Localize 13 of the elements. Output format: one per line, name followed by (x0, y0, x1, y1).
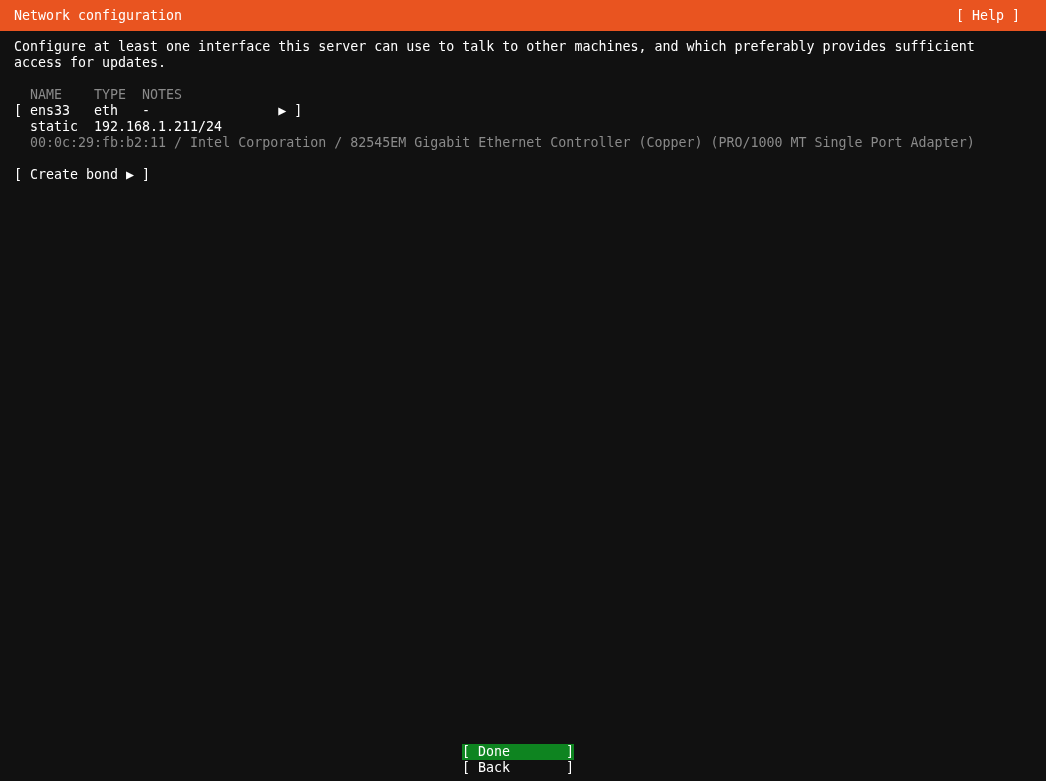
screen-title: Network configuration (14, 7, 183, 24)
column-header: NAME (30, 87, 64, 103)
done-button[interactable]: [ Done ] (461, 744, 575, 760)
back-button[interactable]: [ Back ] (461, 760, 575, 776)
column-header: NOTES (142, 87, 184, 103)
create-bond-button[interactable]: [ Create bond ▶ ] (14, 167, 151, 183)
ip-address: 192.168.1.211/24 (94, 119, 223, 135)
address-method: static (30, 119, 80, 135)
hardware-info: 00:0c:29:fb:b2:11 / Intel Corporation / 82545EM Gigabit Ethernet Controller (Copper) (PRO/1000 MT Single Port Adapter) (30, 135, 975, 151)
interface-row[interactable]: [ ens33 eth - ▶ ] (14, 103, 303, 119)
description-text: Configure at least one interface this server can use to talk to other machines, and which preferably provides sufficient access for updates. (14, 39, 976, 71)
column-header: TYPE (94, 87, 128, 103)
help-button[interactable]: [ Help ] (955, 7, 1020, 24)
